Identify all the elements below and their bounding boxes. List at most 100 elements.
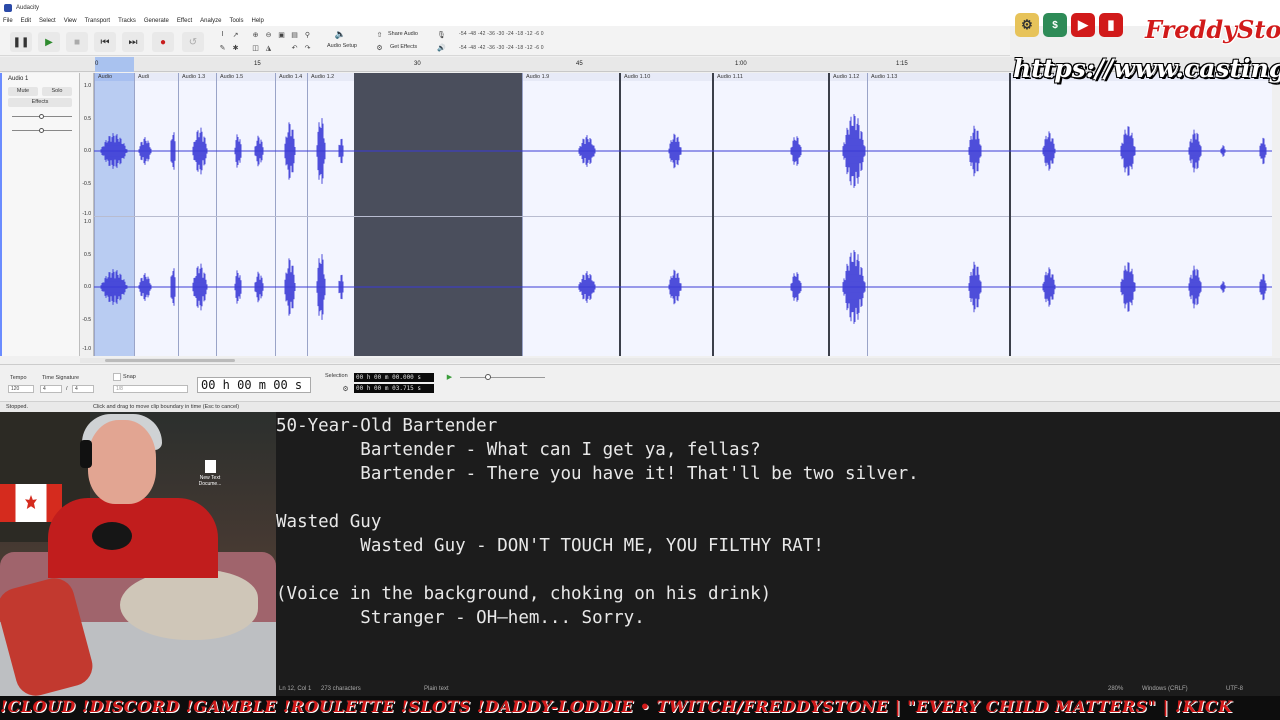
- editor-line[interactable]: Stranger - OH—hem... Sorry.: [276, 608, 644, 628]
- trim-icon: ◫: [252, 44, 259, 52]
- menu-generate[interactable]: Generate: [144, 18, 169, 24]
- menu-effect[interactable]: Effect: [177, 18, 192, 24]
- get-effects-button[interactable]: ⚙: [374, 42, 385, 53]
- time-sig-denominator[interactable]: 4: [72, 385, 94, 393]
- canada-flag: [0, 484, 62, 522]
- playback-speaker-icon: 🔊: [437, 44, 446, 52]
- waveform-burst: [1042, 267, 1056, 307]
- menu-tracks[interactable]: Tracks: [118, 18, 136, 24]
- selection-end-field[interactable]: 00 h 00 m 03.715 s: [354, 384, 434, 393]
- loop-icon: ↺: [188, 36, 198, 48]
- solo-button[interactable]: Solo: [42, 87, 72, 96]
- pause-button[interactable]: ❚❚: [10, 32, 32, 52]
- menu-edit[interactable]: Edit: [21, 18, 31, 24]
- zoom-in-button[interactable]: ⊕: [250, 29, 261, 40]
- vscale-label: -1.0: [82, 346, 91, 352]
- play-speed-slider[interactable]: [460, 377, 545, 378]
- silence-button[interactable]: ◮: [263, 42, 274, 53]
- pencil-icon: ✎: [219, 44, 226, 52]
- menu-tools[interactable]: Tools: [229, 18, 243, 24]
- zoom-toggle-button[interactable]: ⚲: [302, 29, 313, 40]
- menu-analyze[interactable]: Analyze: [200, 18, 221, 24]
- audio-setup-button[interactable]: 🔈: [335, 29, 346, 40]
- share-audio-button[interactable]: ⇧: [374, 29, 385, 40]
- gain-knob[interactable]: [39, 114, 44, 119]
- waveform-burst: [1120, 126, 1136, 176]
- time-sig-numerator[interactable]: 4: [40, 385, 62, 393]
- redo-icon: ↷: [304, 44, 311, 52]
- trim-button[interactable]: ◫: [250, 42, 261, 53]
- record-meter-scale[interactable]: -54 -48 -42 -36 -30 -24 -18 -12 -6 0: [459, 31, 544, 37]
- snap-select[interactable]: 1/8: [113, 385, 188, 393]
- playback-meter-scale[interactable]: -54 -48 -42 -36 -30 -24 -18 -12 -6 0: [459, 45, 544, 51]
- cursor-i-icon: I: [221, 31, 224, 38]
- menu-select[interactable]: Select: [39, 18, 56, 24]
- editor-line[interactable]: Wasted Guy - DON'T TOUCH ME, YOU FILTHY …: [276, 536, 824, 556]
- status-bar: Stopped. Click and drag to move clip bou…: [0, 401, 1280, 412]
- selection-start-field[interactable]: 00 h 00 m 00.000 s: [354, 373, 434, 382]
- play-speed-knob[interactable]: [485, 374, 491, 380]
- vertical-ruler: 1.0 0.5 0.0 -0.5 -1.0 1.0 0.5 0.0 -0.5 -…: [80, 73, 94, 356]
- selection-settings-icon[interactable]: ⚙: [340, 383, 351, 394]
- envelope-tool[interactable]: ↗: [230, 29, 241, 40]
- waveform-burst: [234, 270, 242, 304]
- cash-icon: $: [1043, 13, 1067, 37]
- waveform-burst: [1220, 145, 1226, 157]
- tempo-field[interactable]: 120: [8, 385, 34, 393]
- editor-line[interactable]: 50-Year-Old Bartender: [276, 416, 497, 436]
- mute-button[interactable]: Mute: [8, 87, 38, 96]
- play-button[interactable]: ▶: [38, 32, 60, 52]
- waveform-burst: [1259, 273, 1267, 301]
- play-at-speed-icon[interactable]: ▶: [444, 371, 455, 382]
- editor-line[interactable]: Bartender - There you have it! That'll b…: [276, 464, 918, 484]
- editor-line[interactable]: (Voice in the background, choking on his…: [276, 584, 771, 604]
- editor-line[interactable]: Bartender - What can I get ya, fellas?: [276, 440, 760, 460]
- overlay-url: https://www.castingca: [1013, 54, 1280, 83]
- stop-button[interactable]: ■: [66, 32, 88, 52]
- plugin-icon: ⚙: [376, 44, 383, 52]
- time-sig-slash: /: [66, 386, 68, 392]
- undo-button[interactable]: ↶: [289, 42, 300, 53]
- zoom-out-icon: ⊖: [265, 31, 272, 39]
- waveform-burst: [790, 272, 802, 302]
- vscale-label: 0.0: [84, 284, 91, 290]
- track-name[interactable]: Audio 1: [8, 76, 28, 82]
- skip-end-button[interactable]: ⏭: [122, 32, 144, 52]
- menu-transport[interactable]: Transport: [85, 18, 110, 24]
- redo-button[interactable]: ↷: [302, 42, 313, 53]
- horizontal-scrollbar[interactable]: [80, 358, 1280, 363]
- zoom-out-button[interactable]: ⊖: [263, 29, 274, 40]
- track-area[interactable]: Audio Audi Audio 1.3 Audio 1.5 Audio 1.4…: [94, 73, 1272, 356]
- menu-file[interactable]: File: [3, 18, 13, 24]
- loop-button[interactable]: ↺: [182, 32, 204, 52]
- vscale-label: -1.0: [82, 211, 91, 217]
- editor-line[interactable]: Wasted Guy: [276, 512, 381, 532]
- snap-checkbox[interactable]: [113, 373, 121, 381]
- zoom-in-icon: ⊕: [252, 31, 259, 39]
- multi-tool[interactable]: ✱: [230, 42, 241, 53]
- fit-project-button[interactable]: ▤: [289, 29, 300, 40]
- waveform-burst: [1042, 131, 1056, 171]
- ticker-text: !CLOUD !DISCORD !GAMBLE !ROULETTE !SLOTS…: [0, 697, 1233, 716]
- scrollbar-thumb[interactable]: [105, 359, 235, 362]
- menu-help[interactable]: Help: [251, 18, 263, 24]
- pan-knob[interactable]: [39, 128, 44, 133]
- waveform-burst: [1259, 137, 1267, 165]
- record-button[interactable]: ●: [152, 32, 174, 52]
- menu-view[interactable]: View: [64, 18, 77, 24]
- time-display[interactable]: 00 h 00 m 00 s: [197, 377, 311, 393]
- webcam-feed: New Text Docume...: [0, 412, 276, 696]
- ruler-tick: 45: [576, 61, 583, 67]
- skip-start-button[interactable]: ⏮: [94, 32, 116, 52]
- sleeping-dog: [120, 570, 258, 640]
- track-control-panel: Audio 1 Mute Solo Effects: [0, 73, 80, 356]
- editor-content[interactable]: 50-Year-Old Bartender Bartender - What c…: [276, 414, 919, 630]
- streamer-body: [48, 498, 218, 578]
- microphone-icon: 🎙: [437, 31, 446, 39]
- fit-selection-button[interactable]: ▣: [276, 29, 287, 40]
- text-editor[interactable]: 50-Year-Old Bartender Bartender - What c…: [276, 412, 1280, 682]
- effects-button[interactable]: Effects: [8, 98, 72, 107]
- selection-tool[interactable]: I: [217, 29, 228, 40]
- draw-tool[interactable]: ✎: [217, 42, 228, 53]
- desktop-file-icon[interactable]: New Text Docume...: [195, 460, 225, 487]
